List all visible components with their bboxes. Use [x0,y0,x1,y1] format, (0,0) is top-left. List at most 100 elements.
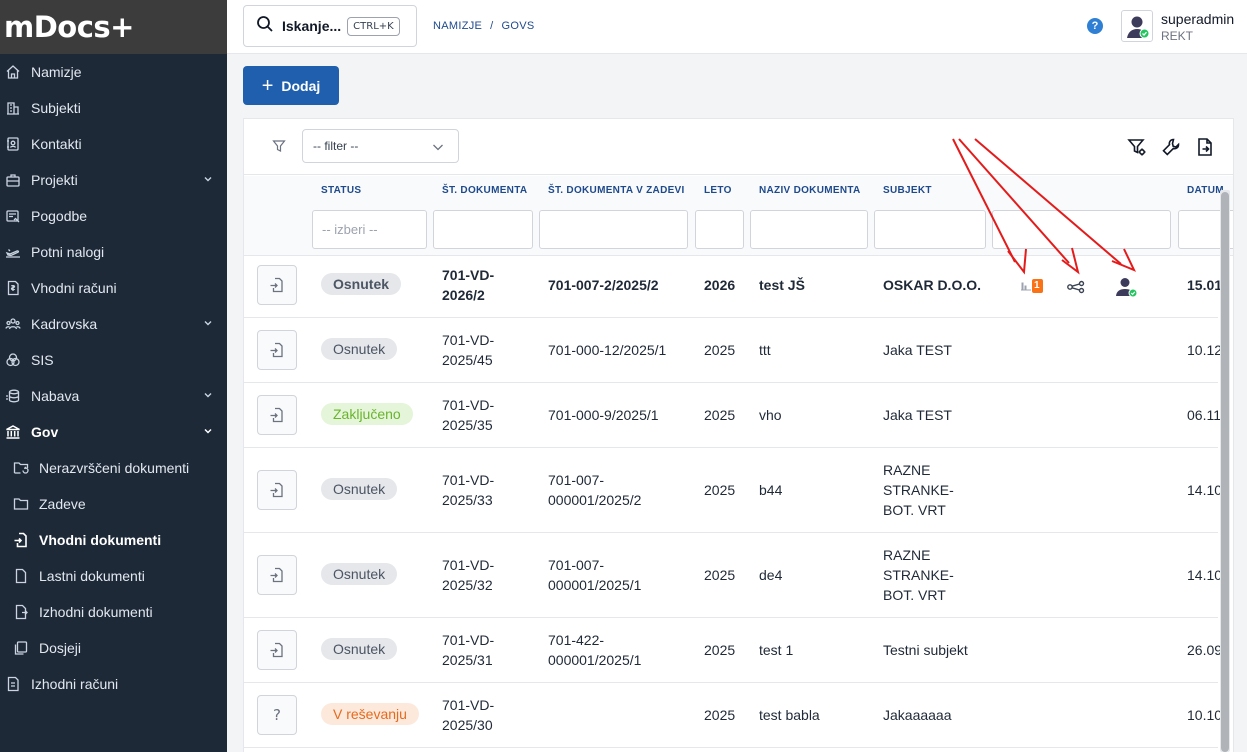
title-cell: de4 [759,567,783,583]
open-document-button[interactable] [257,555,297,595]
year-cell: 2025 [704,567,736,583]
title-filter-input[interactable] [750,210,868,249]
avatar[interactable] [1121,10,1153,42]
sidebar-item-subjekti[interactable]: Subjekti [0,90,227,126]
sidebar-item-dosjeji[interactable]: Dosjeji [0,630,227,666]
column-header-status[interactable]: STATUS [321,185,361,196]
chevron-down-icon[interactable] [203,426,213,436]
sidebar-item-kontakti[interactable]: Kontakti [0,126,227,162]
column-header-doc-no[interactable]: ŠT. DOKUMENTA [442,185,527,196]
unknown-document-button[interactable]: ? [257,695,297,735]
sidebar-item-vhodni-racuni[interactable]: Vhodni računi [0,270,227,306]
chevron-down-icon[interactable] [203,318,213,328]
column-header-subject[interactable]: SUBJEKT [883,185,932,196]
year-cell: 2025 [704,407,736,423]
table-toolbar: -- filter -- [244,119,1233,175]
user-org: REKT [1161,29,1194,43]
table-row[interactable]: Zaključeno 701-VD- 2025/35 701-000-9/2025… [244,383,1221,448]
breadcrumb-govs[interactable]: GOVS [502,20,535,32]
people-icon [4,315,22,333]
year-filter-input[interactable] [695,210,744,249]
sidebar-item-kadrovska[interactable]: Kadrovska [0,306,227,342]
case-no-filter-input[interactable] [539,210,688,249]
share-icon[interactable] [1066,280,1086,299]
sidebar-item-zadeve[interactable]: Zadeve [0,486,227,522]
sidebar-item-sis[interactable]: SIS [0,342,227,378]
filter-icon[interactable] [272,139,286,158]
sidebar-item-lastni-dokumenti[interactable]: Lastni dokumenti [0,558,227,594]
column-header-year[interactable]: LETO [704,185,732,196]
sidebar-item-gov[interactable]: Gov [0,414,227,450]
status-badge: Osnutek [321,338,398,360]
icons-filter-input[interactable] [992,210,1171,249]
attachments-icon[interactable]: 1 [1019,278,1045,299]
filter-settings-icon[interactable] [1127,137,1147,162]
open-document-button[interactable] [257,470,297,510]
document-out-icon [12,603,30,621]
column-header-case-no[interactable]: ŠT. DOKUMENTA V ZADEVI [548,185,685,196]
document-icon [12,567,30,585]
document-in-icon [270,277,283,293]
table-header: STATUS ŠT. DOKUMENTA ŠT. DOKUMENTA V ZAD… [244,176,1233,256]
app-logo[interactable]: mDocs+ [4,10,134,44]
sidebar-item-nabava[interactable]: Nabava [0,378,227,414]
table-row[interactable]: Osnutek 701-VD- 2025/32 701-007- 000001/20… [244,533,1222,618]
sidebar-item-label: Gov [31,424,59,440]
sidebar-item-label: Izhodni računi [31,676,119,692]
table-row[interactable]: Osnutek 701-VD- 2025/33 701-007- 000001/20… [244,448,1222,533]
filter-select[interactable]: -- filter -- [302,129,459,163]
sidebar-item-label: Subjekti [31,100,81,116]
sidebar-item-namizje[interactable]: Namizje [0,54,227,90]
open-document-button[interactable] [257,630,297,670]
help-icon[interactable]: ? [1087,18,1103,34]
doc-no-cell: 701-VD- 2025/35 [442,397,495,433]
year-cell: 2025 [704,707,736,723]
breadcrumb-namizje[interactable]: NAMIZJE [433,20,482,32]
add-button[interactable]: + Dodaj [243,66,339,105]
sidebar-item-label: Potni nalogi [31,244,105,260]
sidebar-item-pogodbe[interactable]: Pogodbe [0,198,227,234]
table-scrollbar[interactable] [1220,190,1230,752]
subject-cell: RAZNE STRANKE- BOT. VRT [883,547,954,603]
status-filter-select[interactable]: -- izberi -- [312,210,427,249]
chevron-down-icon[interactable] [203,390,213,400]
wrench-icon[interactable] [1161,137,1181,162]
case-no-cell: 701-007- 000001/2025/2 [548,472,642,508]
contact-book-icon [4,135,22,153]
table-row[interactable]: ? V reševanju 701-VD- 2025/30 2025 test b… [244,683,1222,748]
chevron-down-icon[interactable] [203,174,213,184]
sidebar-item-projekti[interactable]: Projekti [0,162,227,198]
status-badge: Osnutek [321,478,398,500]
sidebar-item-izhodni-racuni[interactable]: Izhodni računi [0,666,227,702]
scrollbar-thumb[interactable] [1221,192,1229,752]
open-document-button[interactable] [257,395,297,435]
open-document-button[interactable] [257,330,297,370]
date-cell: 10.10 [1187,707,1223,723]
document-in-icon [270,407,283,423]
sidebar-item-izhodni-dokumenti[interactable]: Izhodni dokumenti [0,594,227,630]
add-button-label: Dodaj [281,77,321,94]
search-button[interactable]: Iskanje... CTRL+K [243,5,417,47]
sidebar-item-vhodni-dokumenti[interactable]: Vhodni dokumenti [0,522,227,558]
table-row[interactable]: Osnutek 701-VD- 2026/2 701-007-2/2025/2 2… [244,257,1226,318]
export-icon[interactable] [1195,137,1215,162]
subject-cell: OSKAR D.O.O. [883,277,982,293]
sidebar-item-nerazvrsceni-dokumenti[interactable]: Nerazvrščeni dokumenti [0,450,227,486]
case-no-cell: 701-000-9/2025/1 [548,407,659,423]
search-label: Iskanje... [282,18,342,34]
table-row[interactable]: Osnutek 701-VD- 2025/45 701-000-12/2025/1… [244,318,1222,383]
table-row[interactable]: Osnutek 701-VD- 2025/31 701-422- 000001/20… [244,618,1222,683]
column-header-date[interactable]: DATUM [1187,185,1224,196]
case-no-cell: 701-422- 000001/2025/1 [548,632,642,668]
sidebar-item-label: SIS [31,352,54,368]
sidebar: mDocs+ Namizje Subjekti Kontakti Projekt… [0,0,227,752]
signed-user-icon[interactable] [1113,275,1139,304]
date-cell: 26.09 [1187,642,1223,658]
open-document-button[interactable] [257,265,297,305]
sidebar-item-label: Dosjeji [39,640,82,656]
home-icon [4,63,22,81]
sidebar-item-potni-nalogi[interactable]: Potni nalogi [0,234,227,270]
subject-filter-input[interactable] [874,210,986,249]
doc-no-filter-input[interactable] [433,210,533,249]
column-header-title[interactable]: NAZIV DOKUMENTA [759,185,861,196]
